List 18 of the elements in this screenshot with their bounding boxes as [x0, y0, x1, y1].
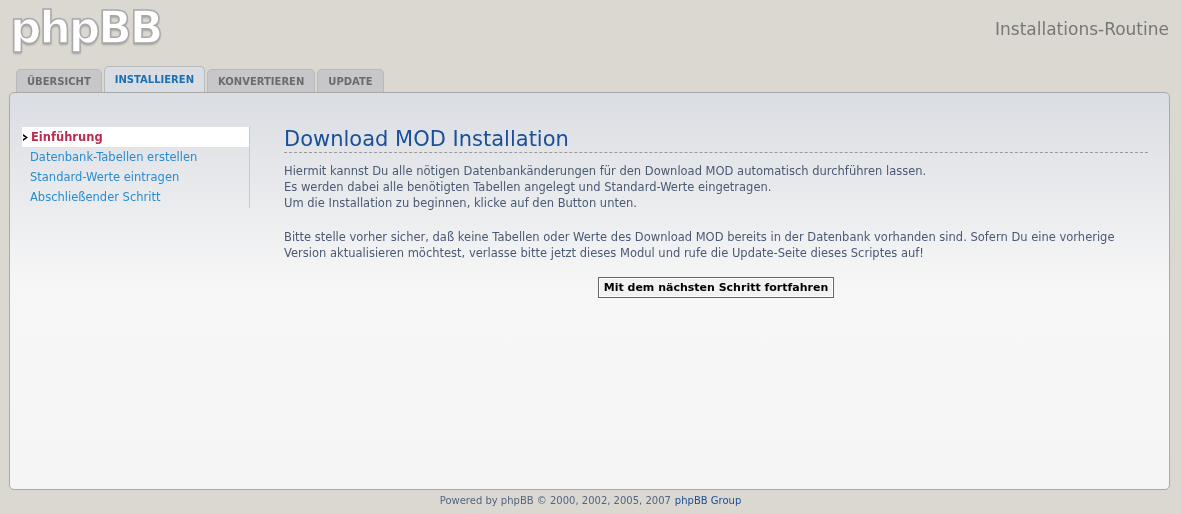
sidebar-item[interactable]: Einführung [22, 127, 249, 147]
sidebar-item[interactable]: Abschließender Schritt [22, 187, 249, 207]
body-text: Bitte stelle vorher sicher, daß keine Tabellen oder Werte des Download MOD bereits in der Datenbank vorhanden sind. Sofern Du eine vorherige Version aktualisieren möchtest, verlasse bitte jetzt dieses Modul und rufe die Update-Seite dieses Scriptes auf! [284, 229, 1116, 261]
page-title: Installations-Routine [995, 19, 1169, 39]
tab[interactable]: INSTALLIEREN [103, 66, 205, 92]
tab[interactable]: ÜBERSICHT [16, 69, 102, 92]
body-text: Hiermit kannst Du alle nötigen Datenbankänderungen für den Download MOD automatisch durchführen lassen. [284, 163, 928, 179]
arrow-icon [23, 133, 28, 141]
tab[interactable]: KONVERTIEREN [207, 69, 316, 92]
body-text: Es werden dabei alle benötigten Tabellen angelegt und Standard-Werte eingetragen. [284, 179, 773, 195]
body-text: Um die Installation zu beginnen, klicke auf den Button unten. [284, 195, 638, 211]
sidebar-item[interactable]: Standard-Werte eintragen [22, 167, 249, 187]
sidebar-item[interactable]: Datenbank-Tabellen erstellen [22, 147, 249, 167]
tab[interactable]: UPDATE [317, 69, 384, 92]
footer-text: Powered by phpBB © 2000, 2002, 2005, 2007 [439, 495, 671, 506]
page-heading: Download MOD Installation [284, 127, 1148, 153]
footer-link[interactable]: phpBB Group [674, 495, 742, 506]
continue-button[interactable]: Mit dem nächsten Schritt fortfahren [597, 277, 835, 298]
